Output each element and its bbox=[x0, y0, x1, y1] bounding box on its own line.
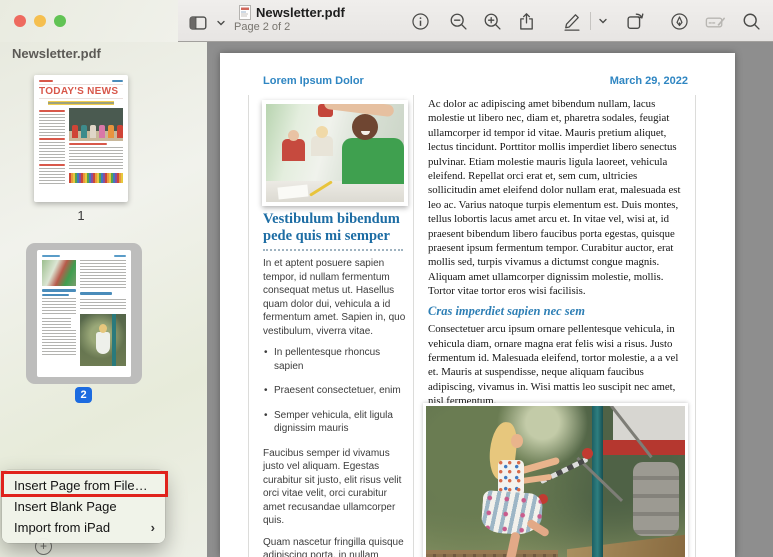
form-fill-icon bbox=[703, 8, 727, 34]
sidebar-toggle-icon[interactable] bbox=[186, 10, 210, 36]
toolbar-divider bbox=[590, 12, 591, 30]
mini-masthead bbox=[39, 80, 123, 82]
search-icon[interactable] bbox=[739, 8, 763, 34]
mini-left-column bbox=[42, 260, 76, 366]
left-column-text: In et aptent posuere sapien tempor, id n… bbox=[263, 257, 406, 557]
mini-right-column bbox=[80, 260, 126, 366]
document-proxy-icon[interactable] bbox=[239, 5, 251, 20]
zoom-window-button[interactable] bbox=[54, 15, 66, 27]
right-paragraph-1: Ac dolor ac adipiscing amet bibendum nul… bbox=[428, 97, 688, 299]
mini-playground-photo bbox=[80, 314, 126, 366]
markup-chevron-icon[interactable] bbox=[595, 8, 611, 34]
mini-newsletter-title: TODAY'S NEWS bbox=[39, 84, 123, 99]
mini-classroom-photo bbox=[69, 108, 123, 141]
column-rule bbox=[413, 95, 414, 557]
rotate-icon[interactable] bbox=[623, 8, 647, 34]
bullet-item: Semper vehicula, elit ligula dignissim m… bbox=[263, 409, 406, 436]
right-subheading: Cras imperdiet sapien nec sem bbox=[428, 304, 688, 318]
titlebar: Newsletter.pdf Page 2 of 2 bbox=[0, 0, 773, 42]
left-column-heading: Vestibulum bibendum pede quis mi semper bbox=[263, 211, 409, 245]
mini-boy-photo bbox=[42, 260, 76, 286]
mini-pencils-photo bbox=[69, 173, 123, 183]
bullet-item: Praesent consectetuer, enim bbox=[263, 384, 406, 398]
page-thumbnail-2[interactable] bbox=[37, 250, 131, 377]
left-paragraph-1: In et aptent posuere sapien tempor, id n… bbox=[263, 257, 406, 338]
bullet-list: In pellentesque rhoncus sapien Praesent … bbox=[263, 346, 406, 436]
bullet-item: In pellentesque rhoncus sapien bbox=[263, 346, 406, 373]
left-rule bbox=[248, 95, 249, 557]
mini-left-column bbox=[39, 108, 65, 186]
right-paragraph-2: Consectetuer arcu ipsum ornare pellentes… bbox=[428, 322, 688, 408]
markup-pencil-icon[interactable] bbox=[560, 8, 584, 34]
context-menu: Insert Page from File… Insert Blank Page… bbox=[2, 470, 165, 543]
document-viewer[interactable]: Lorem Ipsum Dolor March 29, 2022 Vestibu… bbox=[207, 42, 773, 557]
info-icon[interactable] bbox=[408, 8, 432, 34]
sidebar-options-chevron-icon[interactable] bbox=[214, 10, 228, 36]
right-rule bbox=[695, 95, 696, 557]
share-icon[interactable] bbox=[514, 8, 538, 34]
left-paragraph-3: Quam nascetur fringilla quisque adipisci… bbox=[263, 536, 406, 557]
doc-header-left: Lorem Ipsum Dolor bbox=[263, 75, 364, 87]
zoom-in-icon[interactable] bbox=[480, 8, 504, 34]
classroom-photo bbox=[262, 100, 408, 206]
zoom-out-icon[interactable] bbox=[446, 8, 470, 34]
pdf-page-2: Lorem Ipsum Dolor March 29, 2022 Vestibu… bbox=[220, 53, 735, 557]
right-column-text: Ac dolor ac adipiscing amet bibendum nul… bbox=[428, 97, 688, 409]
menu-item-insert-page-from-file[interactable]: Insert Page from File… bbox=[2, 475, 165, 496]
close-window-button[interactable] bbox=[14, 15, 26, 27]
window-title-block: Newsletter.pdf Page 2 of 2 bbox=[234, 5, 345, 33]
annotate-pen-icon[interactable] bbox=[667, 8, 691, 34]
page-thumbnail-1[interactable]: TODAY'S NEWS bbox=[34, 75, 128, 202]
playground-photo bbox=[423, 403, 688, 557]
window-title: Newsletter.pdf bbox=[256, 5, 345, 20]
mini-highlight-bar bbox=[48, 101, 114, 105]
selected-page-badge: 2 bbox=[75, 387, 92, 403]
mini-main-column bbox=[69, 108, 123, 186]
page-indicator: Page 2 of 2 bbox=[234, 21, 345, 33]
menu-item-import-from-ipad[interactable]: Import from iPad › bbox=[2, 517, 165, 538]
sidebar-file-label: Newsletter.pdf bbox=[12, 46, 101, 61]
window-controls bbox=[14, 15, 66, 27]
dotted-divider bbox=[263, 249, 403, 251]
submenu-chevron-icon: › bbox=[151, 517, 155, 538]
menu-item-insert-blank-page[interactable]: Insert Blank Page bbox=[2, 496, 165, 517]
doc-header-date: March 29, 2022 bbox=[610, 75, 688, 87]
left-paragraph-2: Faucibus semper id vivamus justo vel ali… bbox=[263, 447, 406, 528]
minimize-window-button[interactable] bbox=[34, 15, 46, 27]
page-number-1: 1 bbox=[34, 208, 128, 223]
mini-header bbox=[42, 255, 126, 257]
